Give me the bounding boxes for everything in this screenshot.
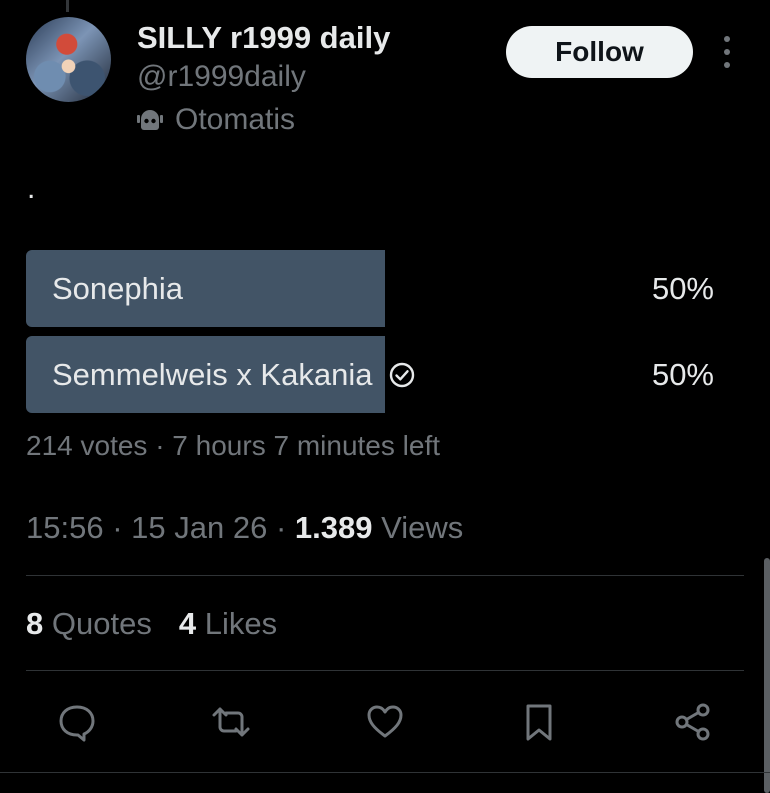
quotes-label: Quotes: [51, 606, 152, 641]
retweet-icon: [212, 707, 250, 737]
reply-icon: [59, 705, 95, 742]
tweet-date[interactable]: 15 Jan 26: [131, 510, 267, 545]
more-options-icon[interactable]: [718, 36, 736, 68]
author-display-name[interactable]: SILLY r1999 daily: [137, 20, 390, 56]
poll-option-1-percent: 50%: [651, 270, 714, 306]
thread-connector-line: [66, 0, 69, 12]
avatar[interactable]: [26, 17, 111, 102]
poll-option-1-label: Sonephia: [52, 270, 184, 306]
engagement-stats: 8 Quotes 4 Likes: [26, 606, 277, 642]
bookmark-icon: [526, 704, 552, 741]
views-count: 1.389: [294, 510, 373, 545]
like-button[interactable]: [360, 697, 410, 747]
quotes-stat[interactable]: 8 Quotes: [26, 606, 152, 642]
divider: [26, 575, 744, 576]
likes-label: Likes: [204, 606, 278, 641]
bookmark-button[interactable]: [514, 697, 564, 747]
poll-option-2-label: Semmelweis x Kakania: [52, 356, 373, 392]
poll-option-2: Semmelweis x Kakania 50%: [26, 336, 716, 413]
likes-stat[interactable]: 4 Likes: [179, 606, 277, 642]
reply-button[interactable]: [52, 697, 102, 747]
retweet-button[interactable]: [206, 697, 256, 747]
author-affiliation[interactable]: Otomatis: [135, 103, 295, 137]
divider: [26, 670, 744, 671]
poll-option-2-percent: 50%: [651, 356, 714, 392]
tweet-time[interactable]: 15:56: [26, 510, 104, 545]
robot-icon: [135, 105, 165, 135]
likes-count: 4: [178, 606, 197, 641]
share-icon: [675, 703, 710, 741]
like-icon: [367, 705, 403, 738]
scrollbar[interactable]: [764, 558, 770, 793]
bottom-divider: [0, 772, 770, 773]
quotes-count: 8: [26, 606, 44, 641]
poll-meta: 214 votes · 7 hours 7 minutes left: [26, 430, 440, 461]
share-button[interactable]: [668, 697, 718, 747]
affiliation-label: Otomatis: [175, 103, 296, 136]
tweet-text: .: [27, 172, 36, 205]
tweet-timestamp: 15:56 · 15 Jan 26 · 1.389 Views: [26, 510, 464, 545]
poll-option-1: Sonephia 50%: [26, 250, 716, 327]
follow-button[interactable]: Follow: [506, 26, 693, 78]
views-label: Views: [381, 510, 464, 545]
author-handle[interactable]: @r1999daily: [137, 60, 306, 94]
check-circle-icon: [388, 361, 416, 389]
